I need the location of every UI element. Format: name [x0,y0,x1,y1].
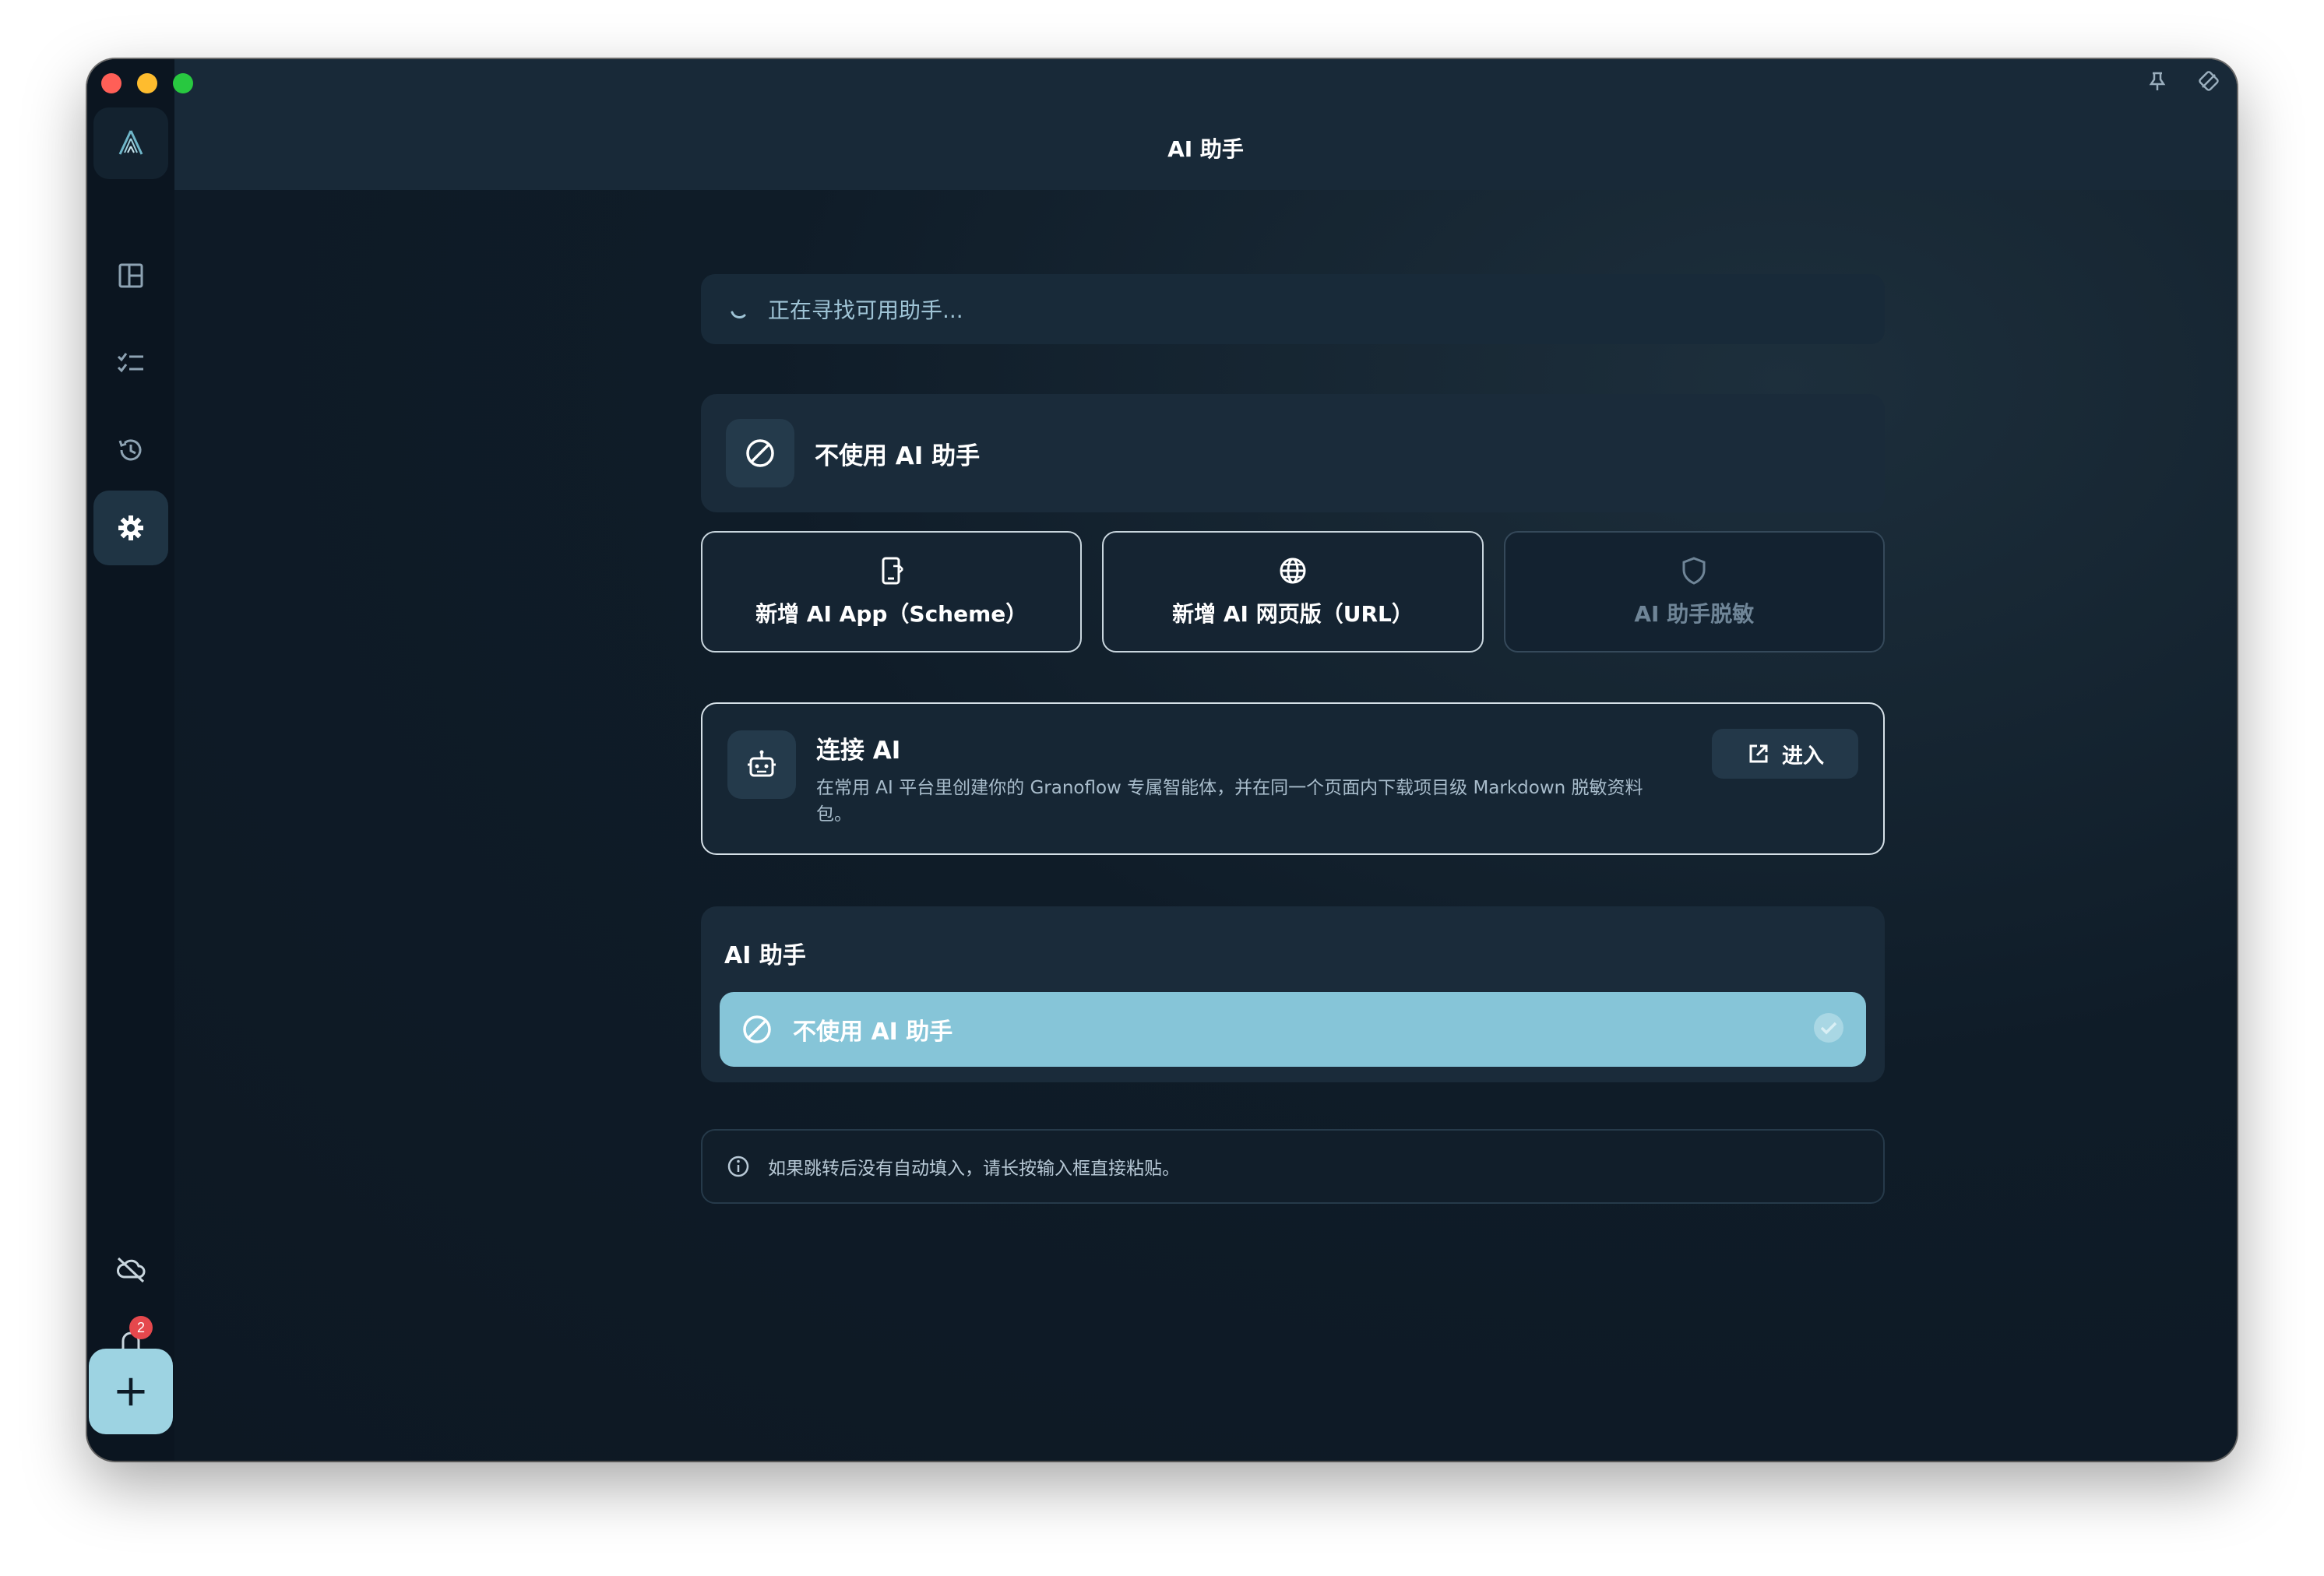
pin-icon[interactable] [2145,69,2170,93]
helper-option-none[interactable]: 不使用 AI 助手 [720,992,1866,1067]
add-ai-app-button[interactable]: 新增 AI App（Scheme） [701,531,1083,653]
add-ai-web-label: 新增 AI 网页版（URL） [1172,601,1414,627]
info-icon [727,1156,749,1177]
enter-button-label: 进入 [1782,744,1824,769]
rotate-icon[interactable] [2196,69,2221,93]
minimize-window-button[interactable] [137,73,157,93]
cloud-off-icon [117,1257,146,1283]
dashboard-icon [118,263,143,288]
sidebar: 2 + [87,59,174,1461]
shield-icon [1682,557,1706,585]
globe-icon [1280,558,1306,584]
paste-hint-bar: 如果跳转后没有自动填入，请长按输入框直接粘贴。 [701,1129,1885,1204]
no-ai-card-title: 不使用 AI 助手 [815,441,981,470]
maximize-window-button[interactable] [173,73,193,93]
add-button[interactable]: + [89,1349,173,1434]
ai-helper-list-panel: AI 助手 不使用 AI 助手 [701,906,1885,1082]
connect-ai-body: 连接 AI 在常用 AI 平台里创建你的 Granoflow 专属智能体，并在同… [816,730,1858,827]
external-link-icon [1749,744,1768,763]
sidebar-item-dashboard[interactable] [93,238,168,313]
connect-ai-card: 连接 AI 在常用 AI 平台里创建你的 Granoflow 专属智能体，并在同… [701,702,1885,855]
page-title: AI 助手 [1167,136,1244,162]
helper-option-label: 不使用 AI 助手 [793,1018,953,1046]
app-logo[interactable] [93,107,168,179]
main-content: 正在寻找可用助手... 不使用 AI 助手 新增 AI App（Scheme） … [174,190,2237,1461]
settings-icon [118,515,143,540]
no-ai-icon-tile [726,419,794,487]
searching-status-bar: 正在寻找可用助手... [701,274,1885,344]
ban-icon [746,439,774,467]
ai-helper-heading: AI 助手 [724,942,806,969]
close-window-button[interactable] [101,73,121,93]
action-buttons-row: 新增 AI App（Scheme） 新增 AI 网页版（URL） AI 助手脱敏 [701,531,1885,653]
header-actions [2145,69,2221,93]
sidebar-item-settings[interactable] [93,491,168,565]
app-add-icon [882,557,903,585]
paste-hint-text: 如果跳转后没有自动填入，请长按输入框直接粘贴。 [768,1159,1180,1179]
desktop: 2 + AI 助手 正在寻找可用助手... 不使用 AI 助手 新增 AI Ap… [0,0,2324,1576]
app-window: 2 + AI 助手 正在寻找可用助手... 不使用 AI 助手 新增 AI Ap… [87,59,2237,1461]
sidebar-item-tasks[interactable] [93,325,168,400]
searching-text: 正在寻找可用助手... [768,297,963,323]
connect-ai-title: 连接 AI [816,737,901,765]
ban-icon [743,1015,771,1043]
add-ai-app-label: 新增 AI App（Scheme） [755,601,1028,627]
sidebar-item-history[interactable] [93,413,168,487]
notification-badge: 2 [129,1316,153,1339]
enter-button[interactable]: 进入 [1712,729,1858,779]
loading-spinner-icon [731,311,746,319]
connect-ai-description: 在常用 AI 平台里创建你的 Granoflow 专属智能体，并在同一个页面内下… [816,778,1643,825]
check-circle-icon [1814,1013,1843,1043]
connect-ai-icon-tile [727,730,796,799]
no-ai-assistant-card[interactable]: 不使用 AI 助手 [701,394,1885,512]
logo-icon [118,130,143,155]
history-icon [118,439,142,461]
ai-desensitize-button[interactable]: AI 助手脱敏 [1503,531,1885,653]
tasks-icon [117,353,143,373]
header-bar: AI 助手 [174,59,2237,190]
robot-icon [748,750,776,777]
sidebar-item-sync[interactable] [93,1232,168,1307]
ai-desensitize-label: AI 助手脱敏 [1634,601,1755,627]
window-controls [101,73,193,93]
add-ai-web-button[interactable]: 新增 AI 网页版（URL） [1102,531,1484,653]
